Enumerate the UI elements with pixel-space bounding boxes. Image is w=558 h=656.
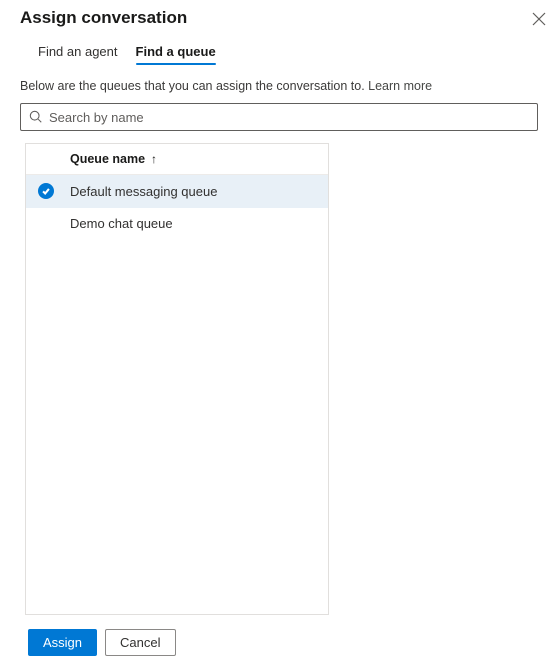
cancel-button[interactable]: Cancel [105,629,175,656]
learn-more-link[interactable]: Learn more [368,79,432,93]
description-text: Below are the queues that you can assign… [0,65,558,103]
sort-ascending-icon: ↑ [151,152,157,166]
queue-list-header[interactable]: Queue name ↑ [26,144,328,174]
list-item[interactable]: Demo chat queue [26,208,328,240]
queue-list-body: Default messaging queue Demo chat queue [26,174,328,614]
tab-find-queue[interactable]: Find a queue [136,40,216,65]
search-input[interactable] [49,110,529,125]
assign-button[interactable]: Assign [28,629,97,656]
assign-conversation-dialog: Assign conversation Find an agent Find a… [0,0,558,649]
dialog-footer: Assign Cancel [0,615,558,656]
dialog-header: Assign conversation [0,0,558,32]
search-box[interactable] [20,103,538,131]
dialog-title: Assign conversation [20,8,187,28]
list-item-label: Demo chat queue [38,216,173,231]
close-icon [532,14,546,29]
queue-list-panel: Queue name ↑ Default messaging queue Dem… [25,143,329,615]
list-item-label: Default messaging queue [64,184,217,199]
close-button[interactable] [528,8,550,32]
tab-list: Find an agent Find a queue [0,32,558,65]
list-item[interactable]: Default messaging queue [26,175,328,208]
checkmark-icon [38,183,54,199]
search-icon [29,110,43,124]
tab-find-agent[interactable]: Find an agent [38,40,118,65]
search-container [0,103,558,131]
description-body: Below are the queues that you can assign… [20,79,368,93]
column-header-queue-name: Queue name [70,152,145,166]
